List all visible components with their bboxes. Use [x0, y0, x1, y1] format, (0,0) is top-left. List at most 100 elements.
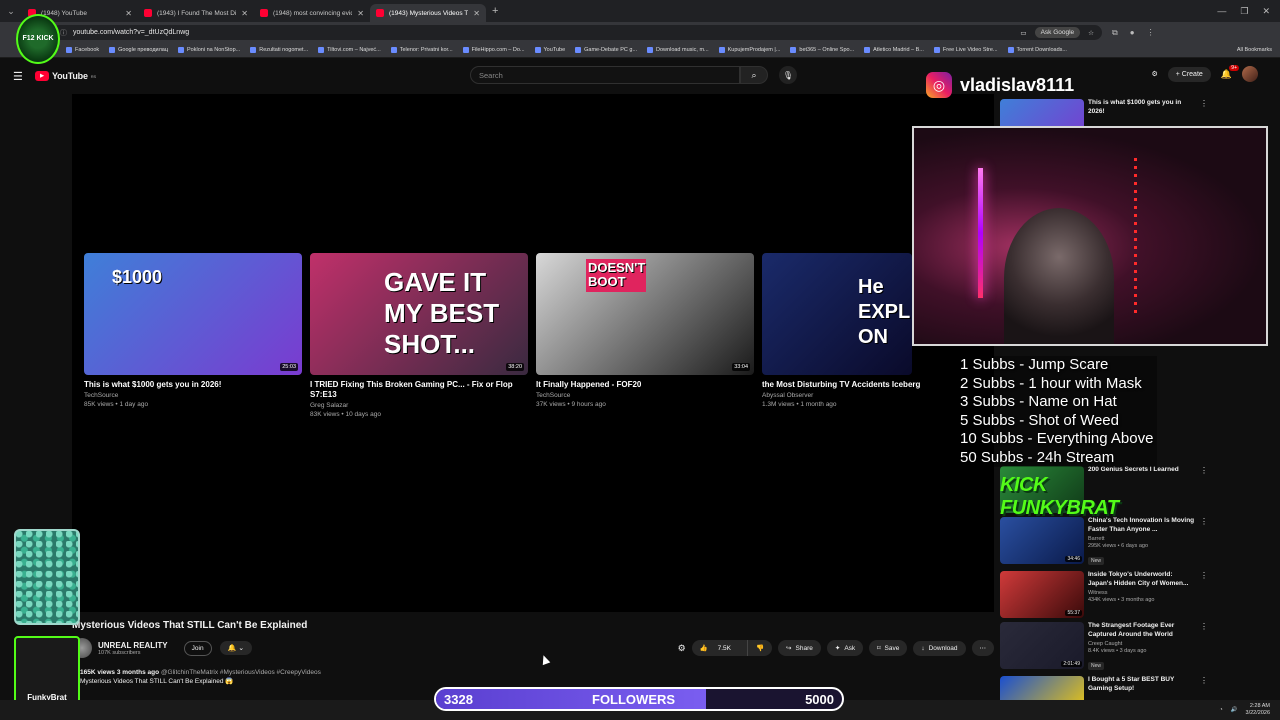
voice-search-button[interactable]: 🎙: [779, 66, 797, 84]
recommended-title[interactable]: The Strangest Footage Ever Captured Arou…: [1088, 622, 1198, 640]
chrome-menu-icon[interactable]: ⋮: [1147, 28, 1155, 38]
more-options-icon[interactable]: ⋮: [1200, 517, 1208, 567]
browser-tab[interactable]: (1943) I Found The Most Disturb✕: [138, 4, 254, 22]
bookmark-item[interactable]: Atletico Madrid – B...: [864, 47, 924, 53]
instagram-overlay: ◎ vladislav8111: [926, 72, 1074, 98]
browser-tab-active[interactable]: (1943) Mysterious Videos That✕: [370, 4, 486, 22]
recommended-thumbnail[interactable]: 34:46: [1000, 517, 1084, 564]
create-button[interactable]: + Create: [1167, 66, 1211, 82]
endcard-title[interactable]: This is what $1000 gets you in 2026!: [84, 380, 302, 390]
url-bar[interactable]: ⓘ youtube.com/watch?v=_dtUzQdLnwg ▭ Ask …: [52, 25, 1102, 40]
video-player[interactable]: $1000 25:03 This is what $1000 gets you i…: [72, 94, 994, 612]
notifications-button[interactable]: 🔔 9+: [1221, 64, 1239, 80]
more-options-icon[interactable]: ⋮: [1200, 571, 1208, 621]
endcard-video[interactable]: GAVE IT MY BEST SHOT... 38:20 I TRIED Fix…: [310, 253, 528, 418]
bookmark-item[interactable]: Telenor: Privatni kor...: [390, 47, 453, 53]
recommended-channel[interactable]: Creep Caught: [1088, 641, 1198, 647]
more-options-icon[interactable]: ⋮: [1200, 466, 1208, 516]
recommended-title[interactable]: This is what $1000 gets you in 2026!: [1088, 99, 1198, 117]
recommended-title[interactable]: Inside Tokyo's Underworld: Japan's Hidde…: [1088, 571, 1198, 589]
ask-button[interactable]: ✦ Ask: [826, 640, 864, 656]
account-avatar[interactable]: [1242, 66, 1258, 82]
endcard-channel[interactable]: TechSource: [536, 392, 754, 399]
bookmark-item[interactable]: Game-Debate PC g...: [575, 47, 637, 53]
recommended-video[interactable]: 55:37 Inside Tokyo's Underworld: Japan's …: [1000, 571, 1210, 621]
endcard-channel[interactable]: TechSource: [84, 392, 302, 399]
close-window-icon[interactable]: ✕: [1262, 6, 1270, 17]
endcard-video[interactable]: He EXPL ON the Most Disturbing TV Accide…: [762, 253, 920, 408]
bookmark-item[interactable]: Google преводилац: [109, 47, 168, 53]
endcard-channel[interactable]: Abyssal Observer: [762, 392, 912, 399]
clock[interactable]: 2:28 AM 3/22/2026: [1246, 703, 1270, 716]
bookmark-item[interactable]: Free Live Video Stre...: [933, 47, 998, 53]
cast-icon[interactable]: ⚙: [1151, 70, 1157, 78]
close-icon[interactable]: ✕: [241, 9, 248, 18]
bookmark-item[interactable]: Tiltovi.com – Najveć...: [318, 47, 381, 53]
bookmark-star-icon[interactable]: ☆: [1088, 29, 1094, 37]
bookmark-item[interactable]: Rezultati nogomet...: [250, 47, 308, 53]
youtube-logo[interactable]: ▶ YouTube RS: [35, 71, 96, 81]
endcard-video[interactable]: DOESN'T BOOT 33:04 It Finally Happened - …: [536, 253, 754, 408]
endcard-title[interactable]: the Most Disturbing TV Accidents Iceberg: [762, 380, 920, 390]
site-info-icon[interactable]: ⓘ: [60, 28, 67, 38]
close-icon[interactable]: ✕: [125, 9, 132, 18]
extensions-icon[interactable]: ⧉: [1112, 28, 1118, 38]
recommended-title[interactable]: I Bought a 5 Star BEST BUY Gaming Setup!: [1088, 676, 1198, 694]
bookmark-item[interactable]: Torrent Downloads...: [1007, 47, 1067, 53]
recommended-video[interactable]: 34:46 China's Tech Innovation Is Moving F…: [1000, 517, 1210, 567]
profile-icon[interactable]: ●: [1130, 28, 1135, 38]
cast-icon[interactable]: ▭: [1020, 29, 1026, 37]
recommended-channel[interactable]: Barrett: [1088, 536, 1198, 542]
endcard-thumbnail[interactable]: DOESN'T BOOT 33:04: [536, 253, 754, 375]
sparkle-icon: ✦: [834, 645, 841, 652]
dislike-button[interactable]: 👎: [746, 640, 772, 656]
rgb-light: [978, 168, 983, 298]
close-icon[interactable]: ✕: [473, 9, 480, 18]
menu-icon[interactable]: ☰: [13, 70, 25, 83]
like-dislike-control: 👍 7.5K 👎: [691, 640, 773, 656]
bookmark-item[interactable]: FileHippo.com – Do...: [462, 47, 525, 53]
close-icon[interactable]: ✕: [357, 9, 364, 18]
join-button[interactable]: Join: [183, 640, 212, 656]
bookmark-item[interactable]: Download music, m...: [647, 47, 709, 53]
endcard-channel[interactable]: Greg Salazar: [310, 402, 528, 409]
recommended-thumbnail[interactable]: 2:01:49: [1000, 622, 1084, 669]
wifi-icon[interactable]: ◔: [1219, 707, 1222, 713]
bookmark-item[interactable]: bet365 – Online Spo...: [790, 47, 854, 53]
endcard-video[interactable]: $1000 25:03 This is what $1000 gets you i…: [84, 253, 302, 408]
endcard-title[interactable]: It Finally Happened - FOF20: [536, 380, 754, 390]
more-options-icon[interactable]: ⋮: [1200, 622, 1208, 672]
share-button[interactable]: ↪ Share: [778, 640, 821, 656]
endcard-title[interactable]: I TRIED Fixing This Broken Gaming PC... …: [310, 380, 528, 400]
endcard-thumbnail[interactable]: $1000 25:03: [84, 253, 302, 375]
download-button[interactable]: ↓ Download: [913, 640, 966, 656]
like-button[interactable]: 👍 7.5K: [692, 640, 747, 656]
subscription-bell-button[interactable]: 🔔 ⌄: [219, 641, 253, 655]
bookmark-item[interactable]: KupujemProdajem |...: [718, 47, 780, 53]
maximize-icon[interactable]: ❐: [1240, 6, 1248, 17]
tab-search-icon[interactable]: ⌄: [0, 0, 22, 22]
volume-icon[interactable]: 🔊: [1231, 707, 1238, 713]
recommended-video[interactable]: 2:01:49 The Strangest Footage Ever Captur…: [1000, 622, 1210, 672]
endcard-thumbnail[interactable]: GAVE IT MY BEST SHOT... 38:20: [310, 253, 528, 375]
save-button[interactable]: ⌑ Save: [869, 640, 908, 656]
video-tags[interactable]: @GlitchinTheMatrix #MysteriousVideos #Cr…: [161, 669, 321, 676]
all-bookmarks-button[interactable]: All Bookmarks: [1237, 47, 1280, 53]
search-input[interactable]: Search: [470, 66, 740, 84]
recommended-channel[interactable]: Witness: [1088, 590, 1198, 596]
video-duration: 34:46: [1065, 556, 1082, 562]
browser-tab[interactable]: (1948) most convincing eviden✕: [254, 4, 370, 22]
bookmark-item[interactable]: YouTube: [534, 47, 565, 53]
bookmark-item[interactable]: Facebook: [66, 47, 99, 53]
gear-icon[interactable]: ⚙: [678, 643, 686, 654]
minimize-icon[interactable]: —: [1217, 6, 1226, 17]
bookmark-item[interactable]: Pokloni na NonStop...: [178, 47, 240, 53]
share-icon: ↪: [786, 645, 792, 652]
search-button[interactable]: ⌕: [740, 66, 768, 84]
more-actions-button[interactable]: ⋯: [971, 640, 994, 656]
channel-name[interactable]: UNREAL REALITY: [98, 641, 168, 650]
endcard-thumbnail[interactable]: He EXPL ON: [762, 253, 912, 375]
ask-google-button[interactable]: Ask Google: [1034, 27, 1081, 38]
new-tab-button[interactable]: +: [492, 5, 498, 17]
recommended-thumbnail[interactable]: 55:37: [1000, 571, 1084, 618]
